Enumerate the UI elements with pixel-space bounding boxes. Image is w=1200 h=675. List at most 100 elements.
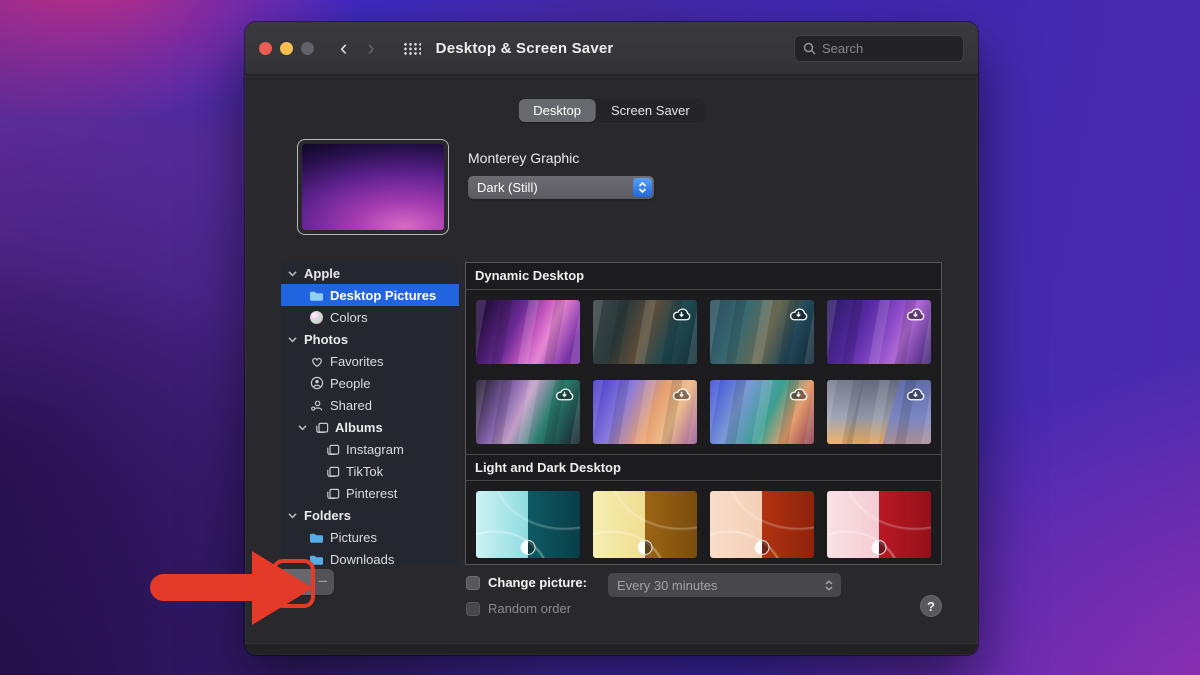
- tab-bar: Desktop Screen Saver: [516, 97, 706, 124]
- sidebar-item-people[interactable]: People: [281, 372, 459, 394]
- sidebar-item-pinterest[interactable]: Pinterest: [281, 482, 459, 504]
- window-bottom-edge: [245, 643, 978, 655]
- wallpaper-thumbnail-monterey[interactable]: [476, 300, 580, 364]
- light-dark-appearance-icon: [755, 540, 770, 555]
- wallpaper-browser-pane: Dynamic Desktop Li: [465, 262, 942, 565]
- wallpaper-thumbnail-solar-gradients[interactable]: [827, 380, 931, 444]
- appearance-dropdown-value: Dark (Still): [468, 180, 633, 195]
- folder-icon: [309, 289, 324, 302]
- traffic-lights: [259, 42, 314, 55]
- random-order-row: Random order: [466, 601, 571, 616]
- wallpaper-thumbnail-peaks[interactable]: [827, 300, 931, 364]
- search-icon: [803, 42, 816, 55]
- close-button[interactable]: [259, 42, 272, 55]
- light-dark-appearance-icon: [872, 540, 887, 555]
- album-icon: [325, 443, 340, 456]
- sidebar-item-instagram[interactable]: Instagram: [281, 438, 459, 460]
- window-titlebar[interactable]: ‹ › Desktop & Screen Saver: [245, 22, 978, 75]
- wallpaper-thumbnail-big-sur[interactable]: [593, 300, 697, 364]
- sidebar-item-favorites[interactable]: Favorites: [281, 350, 459, 372]
- random-order-checkbox: [466, 602, 480, 616]
- section-title-dynamic-desktop: Dynamic Desktop: [466, 263, 941, 290]
- person-circle-icon: [309, 376, 324, 390]
- change-picture-row: Change picture:: [466, 575, 587, 590]
- wallpaper-thumbnail-hello-orange[interactable]: [710, 491, 814, 558]
- chevron-down-icon[interactable]: [287, 268, 298, 279]
- sidebar-item-colors[interactable]: Colors: [281, 306, 459, 328]
- cloud-download-icon[interactable]: [788, 304, 809, 325]
- change-picture-checkbox[interactable]: [466, 576, 480, 590]
- interval-dropdown-value: Every 30 minutes: [608, 578, 824, 593]
- wallpaper-thumbnail-lake[interactable]: [476, 380, 580, 444]
- cloud-download-icon[interactable]: [905, 304, 926, 325]
- chevron-up-down-icon: [824, 579, 834, 592]
- minimize-button[interactable]: [280, 42, 293, 55]
- annotation-highlight-ring: [272, 559, 315, 608]
- sidebar-group-photos[interactable]: Photos: [281, 328, 459, 350]
- light-dark-desktop-grid: [466, 481, 941, 565]
- sidebar-group-label: Apple: [304, 266, 340, 281]
- album-icon: [325, 465, 340, 478]
- sidebar-item-pictures[interactable]: Pictures: [281, 526, 459, 548]
- sidebar-item-label: People: [330, 376, 370, 391]
- sidebar-item-label: Shared: [330, 398, 372, 413]
- cloud-download-icon[interactable]: [671, 384, 692, 405]
- heart-icon: [309, 355, 324, 368]
- sidebar-group-label: Photos: [304, 332, 348, 347]
- search-input[interactable]: [822, 41, 942, 56]
- chevron-down-icon[interactable]: [297, 422, 308, 433]
- cloud-download-icon[interactable]: [788, 384, 809, 405]
- section-title-light-dark-desktop: Light and Dark Desktop: [466, 454, 941, 481]
- sidebar-item-desktop-pictures[interactable]: Desktop Pictures: [281, 284, 459, 306]
- wallpaper-thumbnail-hello-teal[interactable]: [476, 491, 580, 558]
- annotation-arrow-shaft: [150, 574, 256, 601]
- wallpaper-name-label: Monterey Graphic: [468, 150, 579, 166]
- shared-icon: [309, 399, 324, 412]
- desktop-screensaver-window: ‹ › Desktop & Screen Saver Desktop Scree…: [245, 22, 978, 655]
- cloud-download-icon[interactable]: [905, 384, 926, 405]
- source-list-sidebar: Apple Desktop Pictures Colors Photos Fav…: [281, 262, 459, 565]
- wallpaper-thumbnail-catalina[interactable]: [710, 300, 814, 364]
- cloud-download-icon[interactable]: [554, 384, 575, 405]
- chevron-down-icon[interactable]: [287, 510, 298, 521]
- chevron-down-icon[interactable]: [287, 334, 298, 345]
- album-icon: [314, 421, 329, 434]
- search-field[interactable]: [794, 35, 964, 62]
- wallpaper-thumbnail-hello-red[interactable]: [827, 491, 931, 558]
- cloud-download-icon[interactable]: [671, 304, 692, 325]
- sidebar-item-label: Pinterest: [346, 486, 397, 501]
- tab-screen-saver[interactable]: Screen Saver: [596, 99, 705, 122]
- monterey-wallpaper-thumbnail: [302, 144, 444, 230]
- sidebar-item-label: TikTok: [346, 464, 383, 479]
- album-icon: [325, 487, 340, 500]
- sidebar-group-label: Folders: [304, 508, 351, 523]
- sidebar-group-apple[interactable]: Apple: [281, 262, 459, 284]
- forward-button: ›: [367, 37, 374, 59]
- chevron-up-down-icon: [633, 178, 652, 197]
- current-wallpaper-preview: [297, 139, 449, 235]
- back-button[interactable]: ‹: [340, 37, 347, 59]
- window-title: Desktop & Screen Saver: [436, 40, 614, 57]
- wallpaper-thumbnail-valley[interactable]: [593, 380, 697, 444]
- sidebar-item-label: Colors: [330, 310, 368, 325]
- sidebar-item-label: Downloads: [330, 552, 394, 566]
- dynamic-desktop-grid: [466, 290, 941, 454]
- help-button[interactable]: ?: [920, 595, 942, 617]
- interval-dropdown: Every 30 minutes: [608, 573, 841, 597]
- appearance-dropdown[interactable]: Dark (Still): [468, 176, 654, 199]
- show-all-grid-icon[interactable]: [403, 42, 421, 55]
- sidebar-item-shared[interactable]: Shared: [281, 394, 459, 416]
- wallpaper-thumbnail-coast[interactable]: [710, 380, 814, 444]
- random-order-label: Random order: [488, 601, 571, 616]
- light-dark-appearance-icon: [521, 540, 536, 555]
- wallpaper-thumbnail-hello-yellow[interactable]: [593, 491, 697, 558]
- sidebar-item-tiktok[interactable]: TikTok: [281, 460, 459, 482]
- sidebar-item-label: Favorites: [330, 354, 383, 369]
- sidebar-item-label: Pictures: [330, 530, 377, 545]
- light-dark-appearance-icon: [638, 540, 653, 555]
- change-picture-label: Change picture:: [488, 575, 587, 590]
- tab-desktop[interactable]: Desktop: [518, 99, 596, 122]
- sidebar-group-folders[interactable]: Folders: [281, 504, 459, 526]
- sidebar-item-label: Desktop Pictures: [330, 288, 436, 303]
- sidebar-group-albums[interactable]: Albums: [281, 416, 459, 438]
